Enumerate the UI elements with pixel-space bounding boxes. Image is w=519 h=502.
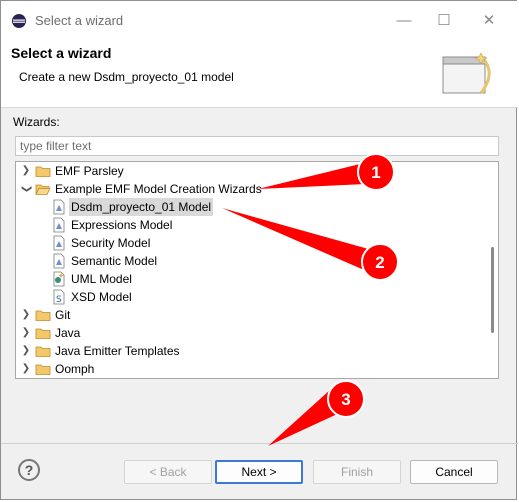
tree-item-oomph[interactable]: ❯ Oomph bbox=[16, 360, 486, 378]
tree-item-semantic-model[interactable]: Semantic Model bbox=[16, 252, 486, 270]
folder-icon bbox=[35, 346, 51, 357]
folder-icon bbox=[35, 364, 51, 375]
chevron-right-icon[interactable]: ❯ bbox=[20, 342, 32, 360]
tree-scrollbar[interactable] bbox=[491, 247, 494, 333]
page-description: Create a new Dsdm_proyecto_01 model bbox=[19, 70, 234, 84]
tree-item-dsdm-model[interactable]: Dsdm_proyecto_01 Model bbox=[16, 198, 486, 216]
tree-item-label: Example EMF Model Creation Wizards bbox=[55, 182, 262, 196]
chevron-right-icon[interactable]: ❯ bbox=[20, 162, 32, 180]
chevron-right-icon[interactable]: ❯ bbox=[20, 324, 32, 342]
model-icon bbox=[53, 253, 65, 269]
close-icon[interactable]: ✕ bbox=[469, 7, 509, 35]
tree-item-label: XSD Model bbox=[71, 290, 132, 304]
tree-item-security-model[interactable]: Security Model bbox=[16, 234, 486, 252]
minimize-icon[interactable]: — bbox=[384, 7, 424, 35]
help-icon[interactable]: ? bbox=[18, 459, 40, 481]
wizard-banner-icon bbox=[442, 52, 491, 94]
title-bar: Select a wizard — ☐ ✕ bbox=[1, 1, 518, 41]
chevron-down-icon[interactable]: ❯ bbox=[17, 183, 35, 195]
tree-item-emf-parsley[interactable]: ❯ EMF Parsley bbox=[16, 162, 486, 180]
button-bar-divider bbox=[1, 443, 518, 444]
wizard-header: Select a wizard Create a new Dsdm_proyec… bbox=[1, 41, 518, 108]
folder-icon bbox=[35, 166, 51, 177]
next-button[interactable]: Next > bbox=[215, 460, 303, 484]
model-icon bbox=[53, 217, 65, 233]
folder-icon bbox=[35, 328, 51, 339]
tree-item-label: Semantic Model bbox=[71, 254, 158, 268]
tree-item-label: Expressions Model bbox=[71, 218, 173, 232]
tree-item-label: Dsdm_proyecto_01 Model bbox=[69, 198, 214, 216]
tree-item-java-emitter-templates[interactable]: ❯ Java Emitter Templates bbox=[16, 342, 486, 360]
tree-item-label: EMF Parsley bbox=[55, 164, 124, 178]
filter-input[interactable] bbox=[15, 136, 499, 156]
tree-item-example-emf-wizards[interactable]: ❯ Example EMF Model Creation Wizards bbox=[16, 180, 486, 198]
xsd-model-icon: S bbox=[53, 289, 65, 305]
finish-button[interactable]: Finish bbox=[313, 460, 401, 484]
tree-item-uml-model[interactable]: UML Model bbox=[16, 270, 486, 288]
wizard-tree[interactable]: ❯ EMF Parsley ❯ Example EMF Model Creati… bbox=[15, 161, 499, 379]
tree-item-java[interactable]: ❯ Java bbox=[16, 324, 486, 342]
tree-item-label: Security Model bbox=[71, 236, 151, 250]
cancel-button[interactable]: Cancel bbox=[410, 460, 498, 484]
tree-item-git[interactable]: ❯ Git bbox=[16, 306, 486, 324]
tree-item-expressions-model[interactable]: Expressions Model bbox=[16, 216, 486, 234]
model-icon bbox=[53, 235, 65, 251]
maximize-icon[interactable]: ☐ bbox=[424, 7, 464, 35]
svg-text:S: S bbox=[56, 295, 62, 305]
chevron-right-icon[interactable]: ❯ bbox=[20, 360, 32, 378]
tree-item-xsd-model[interactable]: S XSD Model bbox=[16, 288, 486, 306]
tree-item-label: Java Emitter Templates bbox=[55, 344, 180, 358]
folder-open-icon bbox=[35, 184, 51, 195]
tree-item-label: Oomph bbox=[55, 362, 95, 376]
model-icon bbox=[53, 199, 65, 215]
uml-model-icon bbox=[53, 271, 65, 287]
tree-item-label: Git bbox=[55, 308, 71, 322]
tree-item-label: UML Model bbox=[71, 272, 132, 286]
back-button[interactable]: < Back bbox=[124, 460, 212, 484]
page-title: Select a wizard bbox=[11, 45, 112, 61]
wizards-label: Wizards: bbox=[13, 115, 60, 129]
window-title: Select a wizard bbox=[35, 13, 124, 28]
chevron-right-icon[interactable]: ❯ bbox=[20, 306, 32, 324]
eclipse-app-icon bbox=[12, 14, 26, 28]
tree-item-label: Java bbox=[55, 326, 81, 340]
wizard-dialog: Select a wizard — ☐ ✕ Select a wizard Cr… bbox=[0, 0, 518, 500]
folder-icon bbox=[35, 310, 51, 321]
